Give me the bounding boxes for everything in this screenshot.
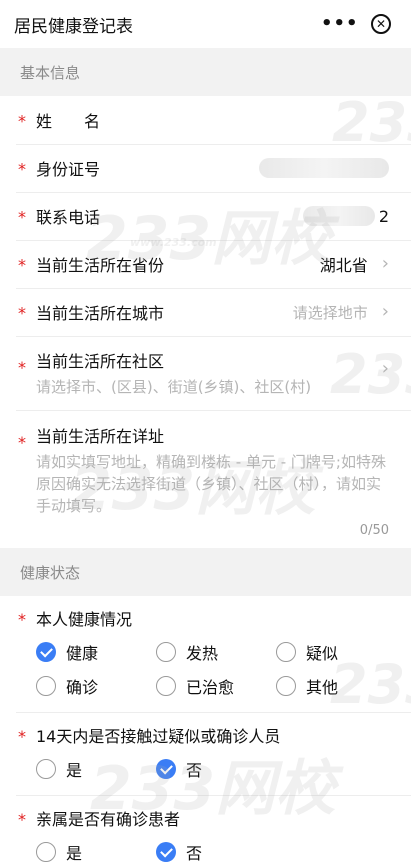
page-title: 居民健康登记表 — [14, 16, 133, 37]
radio-option-recovered[interactable]: 已治愈 — [156, 674, 276, 698]
more-icon[interactable]: ••• — [321, 15, 359, 33]
community-select[interactable]: * 当前生活所在社区 请选择市、(区县)、街道(乡镇)、社区(村) › — [0, 336, 411, 410]
required-mark: * — [18, 433, 26, 452]
chevron-right-icon: › — [381, 358, 389, 379]
relatives-options: 是 否 — [36, 840, 389, 864]
phone-field[interactable]: * 联系电话 2 — [0, 192, 411, 241]
radio-unchecked-icon — [156, 642, 176, 662]
address-field[interactable]: * 当前生活所在详址 请如实填写地址，精确到楼栋 - 单元 - 门牌号;如特殊原… — [0, 411, 411, 548]
health-condition-label: 本人健康情况 — [36, 610, 133, 629]
radio-option-confirmed[interactable]: 确诊 — [36, 674, 156, 698]
radio-option-yes[interactable]: 是 — [36, 757, 156, 781]
radio-unchecked-icon — [156, 676, 176, 696]
chevron-right-icon: › — [381, 253, 389, 274]
phone-value: 2 — [302, 206, 389, 226]
radio-checked-icon — [36, 642, 56, 662]
radio-option-no[interactable]: 否 — [156, 840, 276, 864]
id-number-value-redacted — [259, 158, 389, 178]
radio-option-no[interactable]: 否 — [156, 757, 276, 781]
phone-value-tail: 2 — [378, 206, 389, 226]
city-placeholder: 请选择地市 — [292, 303, 368, 322]
radio-unchecked-icon — [36, 676, 56, 696]
address-label: 当前生活所在详址 — [36, 427, 165, 446]
city-select[interactable]: * 当前生活所在城市 请选择地市 › — [0, 288, 411, 337]
radio-option-other[interactable]: 其他 — [276, 674, 396, 698]
section-health-status: 健康状态 — [0, 548, 411, 596]
name-label: 姓 名 — [36, 112, 101, 131]
phone-label: 联系电话 — [36, 208, 101, 227]
required-mark: * — [18, 610, 26, 629]
province-value: 湖北省 — [319, 256, 368, 275]
required-mark: * — [18, 358, 26, 377]
char-counter: 0/50 — [359, 523, 389, 538]
radio-option-fever[interactable]: 发热 — [156, 640, 276, 664]
city-label: 当前生活所在城市 — [36, 304, 165, 323]
address-textarea[interactable]: 请如实填写地址，精确到楼栋 - 单元 - 门牌号;如特殊原因确实无法选择街道（乡… — [36, 451, 389, 517]
province-select[interactable]: * 当前生活所在省份 湖北省 › — [0, 240, 411, 289]
radio-option-yes[interactable]: 是 — [36, 840, 156, 864]
id-number-label: 身份证号 — [36, 160, 101, 179]
relatives-question: * 亲属是否有确诊患者 是 否 — [0, 796, 411, 865]
section-basic-info: 基本信息 — [0, 48, 411, 96]
required-mark: * — [18, 159, 26, 179]
mini-program-capsule: ••• ✕ — [311, 8, 397, 40]
community-label: 当前生活所在社区 — [36, 352, 165, 371]
chevron-right-icon: › — [381, 301, 389, 322]
radio-unchecked-icon — [276, 642, 296, 662]
required-mark: * — [18, 303, 26, 323]
radio-unchecked-icon — [276, 676, 296, 696]
required-mark: * — [18, 255, 26, 275]
contact-label: 14天内是否接触过疑似或确诊人员 — [36, 727, 281, 746]
radio-option-healthy[interactable]: 健康 — [36, 640, 156, 664]
radio-checked-icon — [156, 842, 176, 862]
health-options: 健康 发热 疑似 确诊 已治愈 其他 — [36, 640, 389, 698]
contact-question: * 14天内是否接触过疑似或确诊人员 是 否 — [0, 713, 411, 795]
community-placeholder: 请选择市、(区县)、街道(乡镇)、社区(村) — [36, 378, 312, 396]
close-icon[interactable]: ✕ — [371, 14, 391, 34]
required-mark: * — [18, 207, 26, 227]
province-label: 当前生活所在省份 — [36, 256, 165, 275]
radio-option-suspected[interactable]: 疑似 — [276, 640, 396, 664]
title-bar: 居民健康登记表 ••• ✕ — [0, 0, 411, 48]
required-mark: * — [18, 810, 26, 829]
radio-unchecked-icon — [36, 842, 56, 862]
radio-checked-icon — [156, 759, 176, 779]
radio-unchecked-icon — [36, 759, 56, 779]
name-field[interactable]: * 姓 名 — [0, 96, 411, 145]
required-mark: * — [18, 727, 26, 746]
required-mark: * — [18, 111, 26, 131]
id-number-field[interactable]: * 身份证号 — [0, 144, 411, 193]
health-condition-question: * 本人健康情况 健康 发热 疑似 确诊 已治愈 其他 — [0, 596, 411, 712]
relatives-label: 亲属是否有确诊患者 — [36, 810, 181, 829]
contact-options: 是 否 — [36, 757, 389, 781]
